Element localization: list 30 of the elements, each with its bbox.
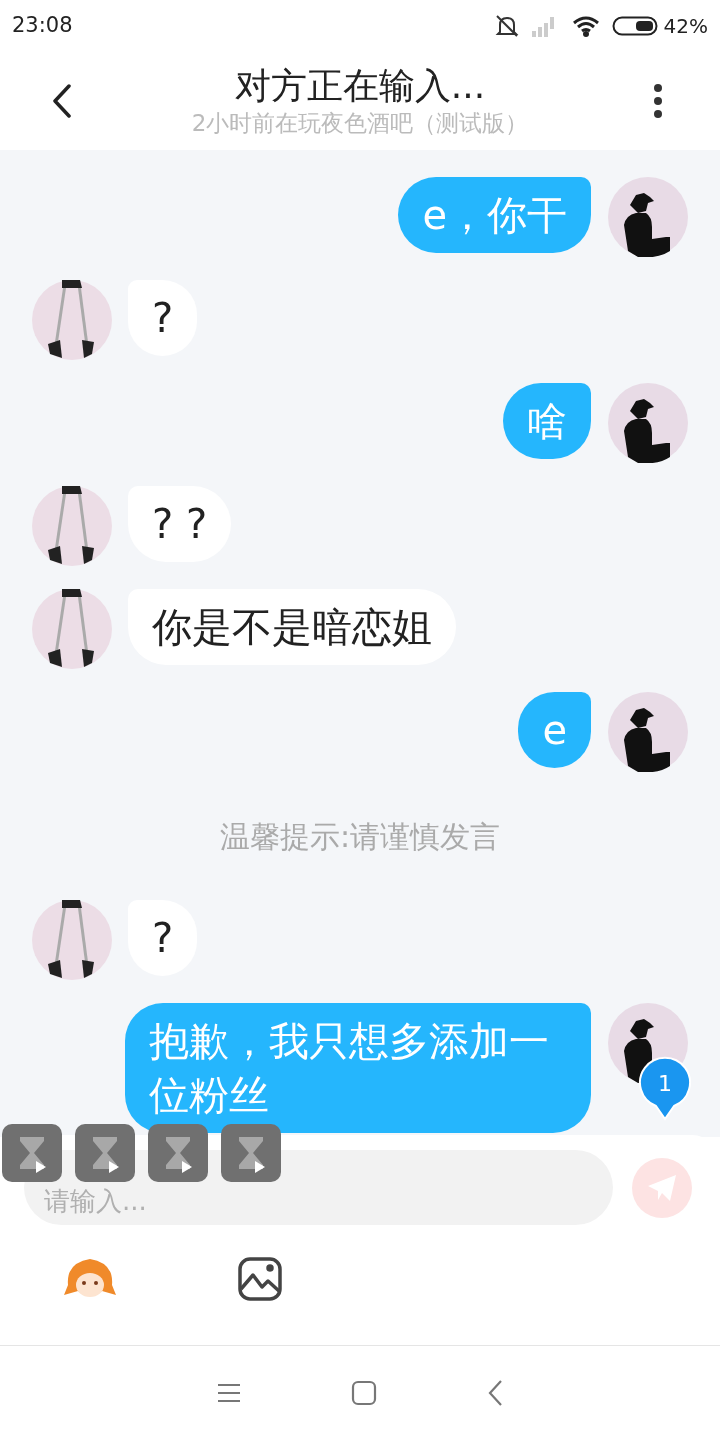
message-text: 抱歉，我只想多添加一位粉丝 (149, 1017, 550, 1120)
menu-nav-button[interactable] (217, 1383, 241, 1403)
hourglass-play-button[interactable] (75, 1124, 135, 1182)
back-icon (52, 84, 72, 118)
home-nav-button[interactable] (351, 1380, 377, 1406)
back-nav-button[interactable] (487, 1379, 503, 1407)
message-text: ? ? (152, 500, 208, 549)
wifi-icon (571, 15, 600, 37)
header-subtitle: 2小时前在玩夜色酒吧（测试版） (191, 109, 529, 138)
status-time: 23:08 (12, 12, 73, 40)
more-icon (653, 83, 663, 119)
hourglass-play-button[interactable] (2, 1124, 62, 1182)
message-text: 你是不是暗恋姐 (152, 603, 432, 652)
message-text: ? (152, 294, 174, 343)
message-text: ? (152, 914, 174, 963)
header-title: 对方正在输入... (234, 64, 486, 108)
battery-level: 42% (663, 13, 708, 40)
notice-text: 温馨提示:请谨慎发言 (219, 817, 501, 856)
menu-icon (217, 1383, 241, 1403)
back-icon (487, 1379, 503, 1407)
hourglass-play-button[interactable] (148, 1124, 208, 1182)
message-text: 啥 (527, 397, 567, 446)
unread-badge[interactable]: 1 (638, 1055, 692, 1121)
muted-bell-icon (493, 13, 520, 39)
battery-icon (611, 15, 658, 37)
message-text: e，你干 (422, 191, 567, 240)
image-icon (238, 1257, 282, 1301)
hourglass-play-button[interactable] (221, 1124, 281, 1182)
square-icon (351, 1380, 377, 1406)
message-text: e (542, 706, 567, 755)
